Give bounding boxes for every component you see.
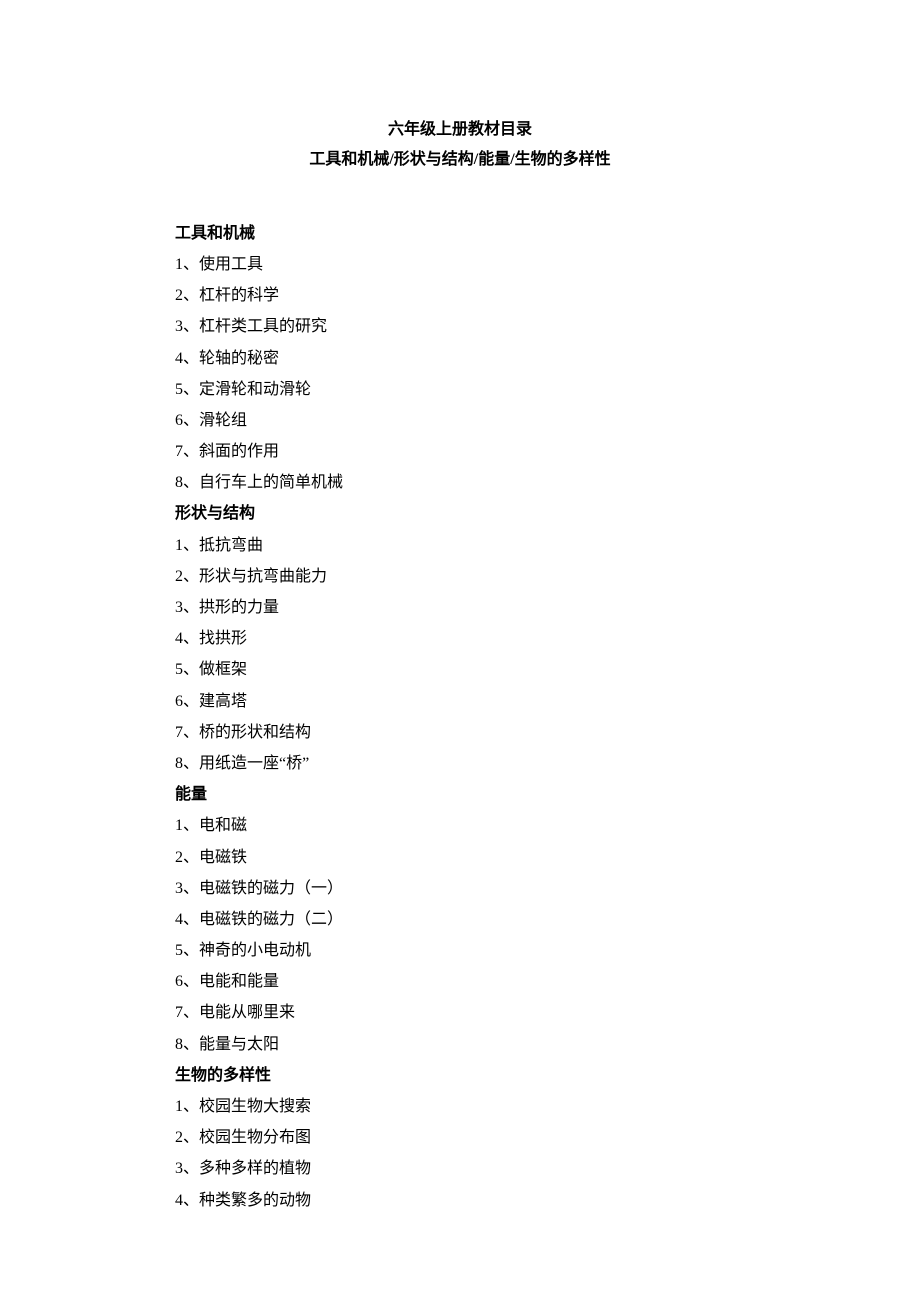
toc-item: 2、形状与抗弯曲能力 [175, 561, 745, 592]
toc-item: 4、找拱形 [175, 623, 745, 654]
toc-item: 6、建高塔 [175, 686, 745, 717]
section-heading: 能量 [175, 779, 745, 810]
title-line-1: 六年级上册教材目录 [175, 115, 745, 145]
toc-item: 5、定滑轮和动滑轮 [175, 374, 745, 405]
section-heading: 工具和机械 [175, 218, 745, 249]
section-heading: 生物的多样性 [175, 1060, 745, 1091]
toc-item: 6、电能和能量 [175, 966, 745, 997]
toc-item: 3、多种多样的植物 [175, 1153, 745, 1184]
toc-item: 5、做框架 [175, 654, 745, 685]
toc-item: 1、抵抗弯曲 [175, 530, 745, 561]
toc-item: 3、杠杆类工具的研究 [175, 311, 745, 342]
toc-item: 1、使用工具 [175, 249, 745, 280]
toc-item: 8、用纸造一座“桥” [175, 748, 745, 779]
toc-item: 7、斜面的作用 [175, 436, 745, 467]
toc-item: 3、拱形的力量 [175, 592, 745, 623]
toc-item: 2、电磁铁 [175, 842, 745, 873]
toc-item: 6、滑轮组 [175, 405, 745, 436]
section-heading: 形状与结构 [175, 498, 745, 529]
toc-item: 7、电能从哪里来 [175, 997, 745, 1028]
toc-item: 4、轮轴的秘密 [175, 343, 745, 374]
toc-item: 8、自行车上的简单机械 [175, 467, 745, 498]
toc-item: 1、校园生物大搜索 [175, 1091, 745, 1122]
document-title-block: 六年级上册教材目录 工具和机械/形状与结构/能量/生物的多样性 [175, 115, 745, 176]
title-line-2: 工具和机械/形状与结构/能量/生物的多样性 [175, 145, 745, 175]
toc-item: 2、校园生物分布图 [175, 1122, 745, 1153]
toc-item: 5、神奇的小电动机 [175, 935, 745, 966]
toc-item: 4、电磁铁的磁力（二） [175, 904, 745, 935]
toc-content: 工具和机械 1、使用工具 2、杠杆的科学 3、杠杆类工具的研究 4、轮轴的秘密 … [175, 218, 745, 1216]
toc-item: 1、电和磁 [175, 810, 745, 841]
toc-item: 3、电磁铁的磁力（一） [175, 873, 745, 904]
toc-item: 8、能量与太阳 [175, 1029, 745, 1060]
toc-item: 7、桥的形状和结构 [175, 717, 745, 748]
toc-item: 4、种类繁多的动物 [175, 1185, 745, 1216]
toc-item: 2、杠杆的科学 [175, 280, 745, 311]
